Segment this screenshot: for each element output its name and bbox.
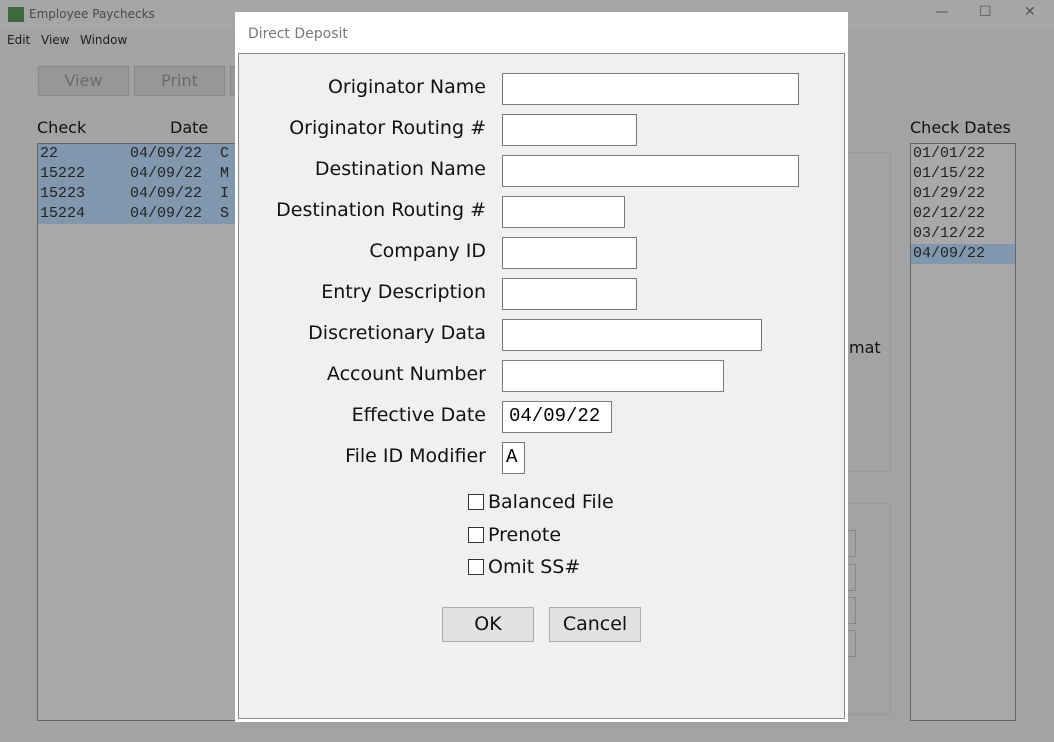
maximize-icon[interactable]: ☐	[979, 4, 992, 20]
check-dates-header: Check Dates	[910, 118, 1011, 137]
date-column-header: Date	[170, 118, 209, 137]
destination-routing-input[interactable]	[502, 196, 625, 228]
view-button[interactable]: View	[38, 66, 129, 96]
omit-ssn-label: Omit SS#	[488, 556, 581, 578]
menu-window[interactable]: Window	[80, 33, 127, 47]
originator-routing-label: Originator Routing #	[289, 117, 486, 139]
close-icon[interactable]: ✕	[1024, 4, 1036, 20]
company-id-label: Company ID	[369, 240, 486, 262]
table-row[interactable]: 15222 04/09/22 M	[38, 164, 238, 184]
destination-name-input[interactable]	[502, 155, 799, 187]
menu-view[interactable]: View	[41, 33, 69, 47]
checkbox-box[interactable]	[468, 494, 484, 510]
menu-edit[interactable]: Edit	[7, 33, 30, 47]
file-id-modifier-input[interactable]: A	[502, 442, 525, 474]
entry-description-label: Entry Description	[321, 281, 486, 303]
check-column-header: Check	[37, 118, 87, 137]
list-item[interactable]: 03/12/22	[911, 224, 1015, 244]
discretionary-data-input[interactable]	[502, 319, 762, 351]
minimize-icon[interactable]: —	[935, 4, 949, 20]
dialog-body: Originator Name Originator Routing # Des…	[238, 53, 845, 719]
balanced-file-label: Balanced File	[488, 491, 614, 513]
cancel-button[interactable]: Cancel	[549, 607, 641, 642]
destination-name-label: Destination Name	[314, 158, 486, 180]
list-item[interactable]: 01/29/22	[911, 184, 1015, 204]
account-number-input[interactable]	[502, 360, 724, 392]
balanced-file-checkbox[interactable]: Balanced File	[468, 491, 614, 513]
list-item-selected[interactable]: 04/09/22	[911, 244, 1015, 264]
checkbox-box[interactable]	[468, 527, 484, 543]
print-button[interactable]: Print	[134, 66, 225, 96]
prenote-label: Prenote	[488, 524, 562, 546]
effective-date-input[interactable]: 04/09/22	[502, 401, 612, 433]
originator-name-input[interactable]	[502, 73, 799, 105]
list-item[interactable]: 01/01/22	[911, 144, 1015, 164]
discretionary-data-label: Discretionary Data	[308, 322, 486, 344]
list-item[interactable]: 02/12/22	[911, 204, 1015, 224]
check-dates-list[interactable]: 01/01/22 01/15/22 01/29/22 02/12/22 03/1…	[910, 143, 1016, 721]
table-row[interactable]: 15223 04/09/22 I	[38, 184, 238, 204]
table-row[interactable]: 22 04/09/22 C	[38, 144, 238, 164]
table-row[interactable]: 15224 04/09/22 S	[38, 204, 238, 224]
list-item[interactable]: 01/15/22	[911, 164, 1015, 184]
app-title: Employee Paychecks	[29, 7, 155, 21]
dialog-title: Direct Deposit	[248, 26, 348, 42]
originator-routing-input[interactable]	[502, 114, 637, 146]
omit-ssn-checkbox[interactable]: Omit SS#	[468, 556, 580, 578]
checkbox-box[interactable]	[468, 559, 484, 575]
ok-button[interactable]: OK	[442, 607, 534, 642]
effective-date-label: Effective Date	[351, 404, 486, 426]
prenote-checkbox[interactable]: Prenote	[468, 524, 561, 546]
entry-description-input[interactable]	[502, 278, 637, 310]
company-id-input[interactable]	[502, 237, 637, 269]
direct-deposit-dialog: Direct Deposit Originator Name Originato…	[235, 12, 848, 722]
originator-name-label: Originator Name	[327, 76, 486, 98]
app-logo-icon	[8, 7, 24, 22]
account-number-label: Account Number	[326, 363, 486, 385]
file-id-modifier-label: File ID Modifier	[345, 445, 486, 467]
format-label-partial: mat	[849, 338, 881, 357]
destination-routing-label: Destination Routing #	[276, 199, 486, 221]
checks-list[interactable]: 22 04/09/22 C 15222 04/09/22 M 15223 04/09/…	[37, 143, 239, 721]
